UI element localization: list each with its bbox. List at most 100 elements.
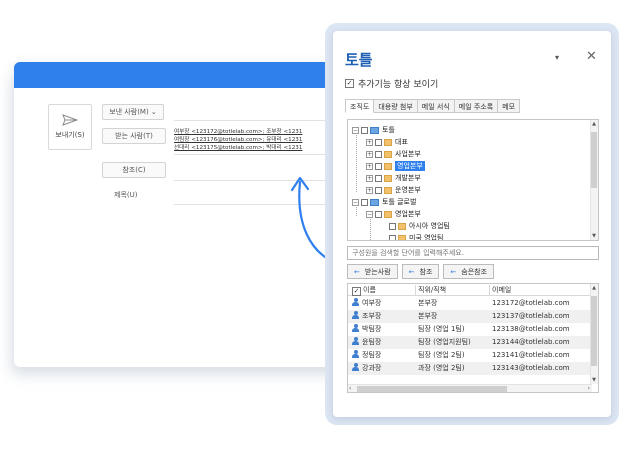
row-email: 123141@totlelab.com <box>492 351 570 359</box>
table-row[interactable]: 박팀장 팀장 (영업 1팀) 123138@totlelab.com <box>348 323 592 336</box>
tree-checkbox[interactable] <box>361 198 368 206</box>
tree-checkbox[interactable] <box>375 150 382 158</box>
tree-node-sales-selected[interactable]: + 영업본부 <box>366 160 425 172</box>
tree-checkbox[interactable] <box>375 186 382 194</box>
grid-horizontal-scrollbar[interactable]: ‹ › <box>348 384 592 392</box>
folder-icon <box>384 186 392 194</box>
add-bcc-button[interactable]: ← 숨은참조 <box>443 264 495 279</box>
org-tree[interactable]: − 토틀 + 대표 + 사업본부 + 영업본부 + 개발본부 + 운영본부 − … <box>347 119 599 241</box>
tree-checkbox[interactable] <box>361 126 368 134</box>
row-name: 윤팀장 <box>362 338 382 346</box>
scroll-thumb[interactable] <box>357 386 507 392</box>
to-field[interactable]: 여부장 <123172@totlelab.com>; 조부장 <1231 여팀장… <box>174 128 344 152</box>
row-name: 박팀장 <box>362 325 382 333</box>
tree-label: 운영본부 <box>395 186 421 194</box>
add-bcc-label: 숨은참조 <box>461 267 488 276</box>
tab-large-attachment[interactable]: 대용량 첨부 <box>374 99 418 113</box>
add-to-label: 받는사람 <box>364 267 391 276</box>
scroll-right-icon[interactable]: › <box>588 385 590 392</box>
scroll-thumb[interactable] <box>591 296 597 366</box>
table-row[interactable]: 정팀장 팀장 (영업 2팀) 123141@totlelab.com <box>348 349 592 362</box>
panel-title: 토틀 <box>345 51 373 69</box>
expand-icon[interactable]: + <box>366 162 373 170</box>
tree-node-totle[interactable]: − 토틀 <box>352 124 395 136</box>
scroll-thumb[interactable] <box>591 132 597 188</box>
expand-icon[interactable]: + <box>366 174 373 182</box>
collapse-icon[interactable]: − <box>352 126 359 134</box>
table-row[interactable]: 조부장 본부장 123137@totlelab.com <box>348 310 592 323</box>
tree-node-us-sales[interactable]: 미국 영업팀 <box>389 232 444 241</box>
cc-button[interactable]: 참조(C) <box>102 162 166 178</box>
expand-icon[interactable]: + <box>366 150 373 158</box>
folder-icon <box>384 210 392 218</box>
tree-node-dev[interactable]: + 개발본부 <box>366 172 421 184</box>
scroll-up-icon[interactable]: ▲ <box>591 285 597 291</box>
tree-node-ceo[interactable]: + 대표 <box>366 136 408 148</box>
tree-checkbox[interactable] <box>389 222 396 230</box>
tree-vertical-scrollbar[interactable]: ▲ ▼ <box>590 120 598 240</box>
tab-mail-template[interactable]: 메일 서식 <box>417 99 455 113</box>
collapse-icon[interactable]: − <box>366 210 373 218</box>
table-row[interactable]: 여부장 본부장 123172@totlelab.com <box>348 297 592 310</box>
expand-icon[interactable]: + <box>366 186 373 194</box>
panel-dropdown-icon[interactable]: ▾ <box>555 53 559 62</box>
tree-label: 영업본부 <box>395 161 425 171</box>
tree-checkbox[interactable] <box>375 174 382 182</box>
tree-node-business[interactable]: + 사업본부 <box>366 148 421 160</box>
table-row[interactable]: 윤팀장 팀장 (영업지원팀) 123144@totlelab.com <box>348 336 592 349</box>
person-icon <box>352 311 359 319</box>
member-search-input[interactable]: 구성원을 검색할 단어를 입력해주세요. <box>347 246 599 260</box>
subject-label: 제목(U) <box>114 191 138 199</box>
tree-checkbox[interactable] <box>389 234 396 240</box>
folder-icon <box>384 174 392 182</box>
header-email[interactable]: 이메일 <box>492 284 592 296</box>
person-icon <box>352 298 359 306</box>
tree-node-ops[interactable]: + 운영본부 <box>366 184 421 196</box>
scroll-up-icon[interactable]: ▲ <box>591 121 597 127</box>
from-button[interactable]: 보낸 사람(M) ⌄ <box>102 104 164 120</box>
grid-header: ✓ 이름 직위/직책 이메일 <box>348 284 592 296</box>
tree-checkbox[interactable] <box>375 138 382 146</box>
tree-label: 미국 영업팀 <box>409 234 444 241</box>
header-name[interactable]: ✓ 이름 <box>352 284 414 296</box>
add-to-button[interactable]: ← 받는사람 <box>347 264 398 279</box>
tree-node-asia-sales[interactable]: 아시아 영업팀 <box>389 220 450 232</box>
tree-guide <box>356 130 357 192</box>
tab-org-chart[interactable]: 조직도 <box>345 99 375 113</box>
totle-addin-panel: 토틀 ▾ ✕ ✓ 추가기능 항상 보이기 조직도 대용량 첨부 메일 서식 메일… <box>333 31 611 417</box>
to-button[interactable]: 받는 사람(T) <box>102 128 166 144</box>
add-cc-label: 참조 <box>419 267 433 276</box>
scroll-left-icon[interactable]: ‹ <box>349 385 351 392</box>
send-button[interactable]: 보내기(S) <box>48 104 92 150</box>
organization-icon <box>370 126 379 134</box>
row-email: 123138@totlelab.com <box>492 325 570 333</box>
checkbox-checked-icon[interactable]: ✓ <box>345 79 354 88</box>
tree-checkbox[interactable] <box>375 210 382 218</box>
row-title: 본부장 <box>418 312 438 320</box>
select-all-checkbox[interactable]: ✓ <box>352 287 361 296</box>
collapse-icon[interactable]: − <box>352 198 359 206</box>
row-title: 본부장 <box>418 299 438 307</box>
member-grid[interactable]: ✓ 이름 직위/직책 이메일 여부장 본부장 123172@totlelab.co… <box>347 283 599 393</box>
header-title[interactable]: 직위/직책 <box>418 284 488 296</box>
scroll-down-icon[interactable]: ▼ <box>591 233 597 239</box>
scroll-down-icon[interactable]: ▼ <box>591 377 597 383</box>
expand-icon[interactable]: + <box>366 138 373 146</box>
grid-vertical-scrollbar[interactable]: ▲ ▼ <box>590 284 598 384</box>
add-recipient-buttons: ← 받는사람 ← 참조 ← 숨은참조 <box>347 264 495 279</box>
tab-memo[interactable]: 메모 <box>498 99 521 113</box>
tree-checkbox[interactable] <box>375 162 382 170</box>
row-email: 123143@totlelab.com <box>492 364 570 372</box>
always-show-toggle[interactable]: ✓ 추가기능 항상 보이기 <box>345 77 438 90</box>
tree-label: 아시아 영업팀 <box>409 222 450 230</box>
add-cc-button[interactable]: ← 참조 <box>401 264 440 279</box>
tree-node-global[interactable]: − 토틀 글로벌 <box>352 196 416 208</box>
person-icon <box>352 363 359 371</box>
tree-node-global-sales[interactable]: − 영업본부 <box>366 208 421 220</box>
send-icon <box>62 114 78 126</box>
close-icon[interactable]: ✕ <box>586 49 597 64</box>
table-row[interactable]: 강과장 과장 (영업 2팀) 123143@totlelab.com <box>348 362 592 375</box>
tab-address-book[interactable]: 메일 주소록 <box>454 99 499 113</box>
row-name: 정팀장 <box>362 351 382 359</box>
tree-label: 토틀 글로벌 <box>382 198 417 206</box>
